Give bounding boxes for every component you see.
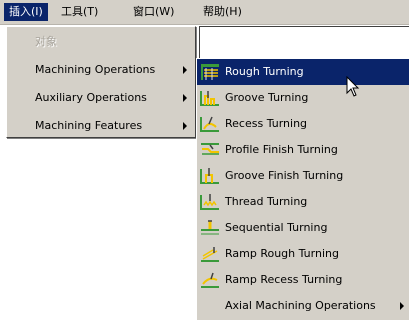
menu-item-auxiliary-operations[interactable]: Auxiliary Operations	[9, 85, 193, 111]
menu-item-profile-finish-turning[interactable]: Profile Finish Turning	[197, 137, 409, 163]
menu-item-label: Groove Turning	[225, 91, 309, 104]
ramp-recess-turning-icon	[201, 272, 219, 288]
submenu-arrow-icon	[400, 302, 404, 310]
menu-item-label: Auxiliary Operations	[35, 91, 147, 104]
menu-item-label: Ramp Rough Turning	[225, 247, 339, 260]
menu-item-machining-operations[interactable]: Machining Operations	[9, 57, 193, 83]
menu-item-label: Sequential Turning	[225, 221, 328, 234]
groove-finish-turning-icon	[200, 168, 219, 184]
menu-item-groove-finish-turning[interactable]: Groove Finish Turning	[197, 163, 409, 189]
insert-menu-dropdown: 对象 Machining Operations Auxiliary Operat…	[6, 26, 196, 138]
submenu-arrow-icon	[183, 66, 187, 74]
menu-tools[interactable]: 工具(T)	[56, 3, 103, 21]
menu-item-label: Thread Turning	[225, 195, 308, 208]
menu-insert[interactable]: 插入(I)	[4, 3, 48, 21]
menu-item-machining-features[interactable]: Machining Features	[9, 113, 193, 139]
menu-item-label: Axial Machining Operations	[225, 299, 376, 312]
menu-window[interactable]: 窗口(W)	[128, 3, 179, 21]
menu-item-label: Ramp Recess Turning	[225, 273, 343, 286]
menu-item-sequential-turning[interactable]: Sequential Turning	[197, 215, 409, 241]
menu-item-label: Groove Finish Turning	[225, 169, 344, 182]
menu-item-thread-turning[interactable]: Thread Turning	[197, 189, 409, 215]
menu-item-rough-turning[interactable]: Rough Turning	[197, 59, 409, 85]
menu-item-label: Rough Turning	[225, 65, 304, 78]
rough-turning-icon	[201, 64, 219, 80]
menu-item-groove-turning[interactable]: Groove Turning	[197, 85, 409, 111]
mouse-cursor-icon	[346, 76, 360, 97]
recess-turning-icon	[200, 116, 219, 132]
background-input-area	[199, 26, 409, 58]
menu-bar: 插入(I) 工具(T) 窗口(W) 帮助(H)	[0, 0, 409, 25]
sequential-turning-icon	[201, 220, 219, 235]
machining-operations-submenu: Rough Turning Groove Turning Recess Turn…	[196, 58, 409, 320]
menu-help[interactable]: 帮助(H)	[198, 3, 247, 21]
ramp-rough-turning-icon	[201, 247, 219, 262]
menu-item-object: 对象	[35, 35, 57, 48]
menu-item-label: Profile Finish Turning	[225, 143, 338, 156]
submenu-arrow-icon	[183, 94, 187, 102]
groove-turning-icon	[200, 91, 219, 106]
menu-item-label: Machining Features	[35, 119, 143, 132]
menu-item-axial-machining-operations[interactable]: Axial Machining Operations	[197, 293, 409, 319]
menu-item-recess-turning[interactable]: Recess Turning	[197, 111, 409, 137]
thread-turning-icon	[200, 194, 219, 210]
profile-finish-turning-icon	[201, 143, 219, 155]
menu-item-label: Machining Operations	[35, 63, 156, 76]
menu-item-label: Recess Turning	[225, 117, 308, 130]
menu-item-ramp-rough-turning[interactable]: Ramp Rough Turning	[197, 241, 409, 267]
submenu-arrow-icon	[183, 122, 187, 130]
menu-item-ramp-recess-turning[interactable]: Ramp Recess Turning	[197, 267, 409, 293]
